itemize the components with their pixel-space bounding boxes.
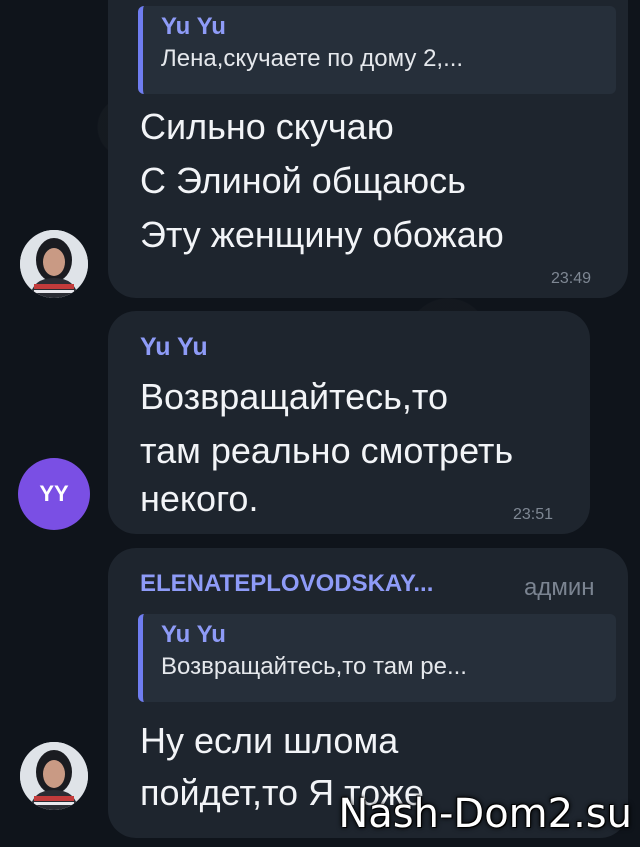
avatar[interactable]	[20, 742, 88, 810]
reply-text: Возвращайтесь,то там ре...	[161, 653, 467, 680]
admin-badge: админ	[524, 574, 595, 601]
message-text: Ну если шлома	[140, 720, 399, 761]
sender-name[interactable]: Yu Yu	[140, 333, 208, 362]
message-text: некого.	[140, 478, 259, 519]
message-text: Эту женщину обожаю	[140, 214, 504, 255]
message-time: 23:51	[513, 506, 554, 523]
reply-quote[interactable]: Yu Yu Лена,скучаете по дому 2,...	[138, 6, 616, 94]
message-text: Возвращайтесь,то	[140, 376, 449, 417]
avatar-photo-icon	[20, 742, 88, 810]
message-text: там реально смотреть	[140, 430, 514, 471]
reply-text: Лена,скучаете по дому 2,...	[161, 45, 464, 72]
avatar-initials: YY	[39, 481, 69, 506]
reply-sender-name: Yu Yu	[161, 13, 226, 40]
reply-sender-name: Yu Yu	[161, 621, 226, 648]
avatar-photo-icon	[20, 230, 88, 298]
site-watermark: Nash-Dom2.su	[338, 791, 632, 837]
avatar[interactable]	[20, 230, 88, 298]
message-time: 23:49	[551, 270, 592, 287]
avatar[interactable]: YY	[18, 458, 90, 530]
sender-name[interactable]: ELENATEPLOVODSKAY...	[140, 570, 433, 598]
message-text: Сильно скучаю	[140, 106, 394, 147]
reply-quote[interactable]: Yu Yu Возвращайтесь,то там ре...	[138, 614, 616, 702]
message-text: С Элиной общаюсь	[140, 160, 466, 201]
